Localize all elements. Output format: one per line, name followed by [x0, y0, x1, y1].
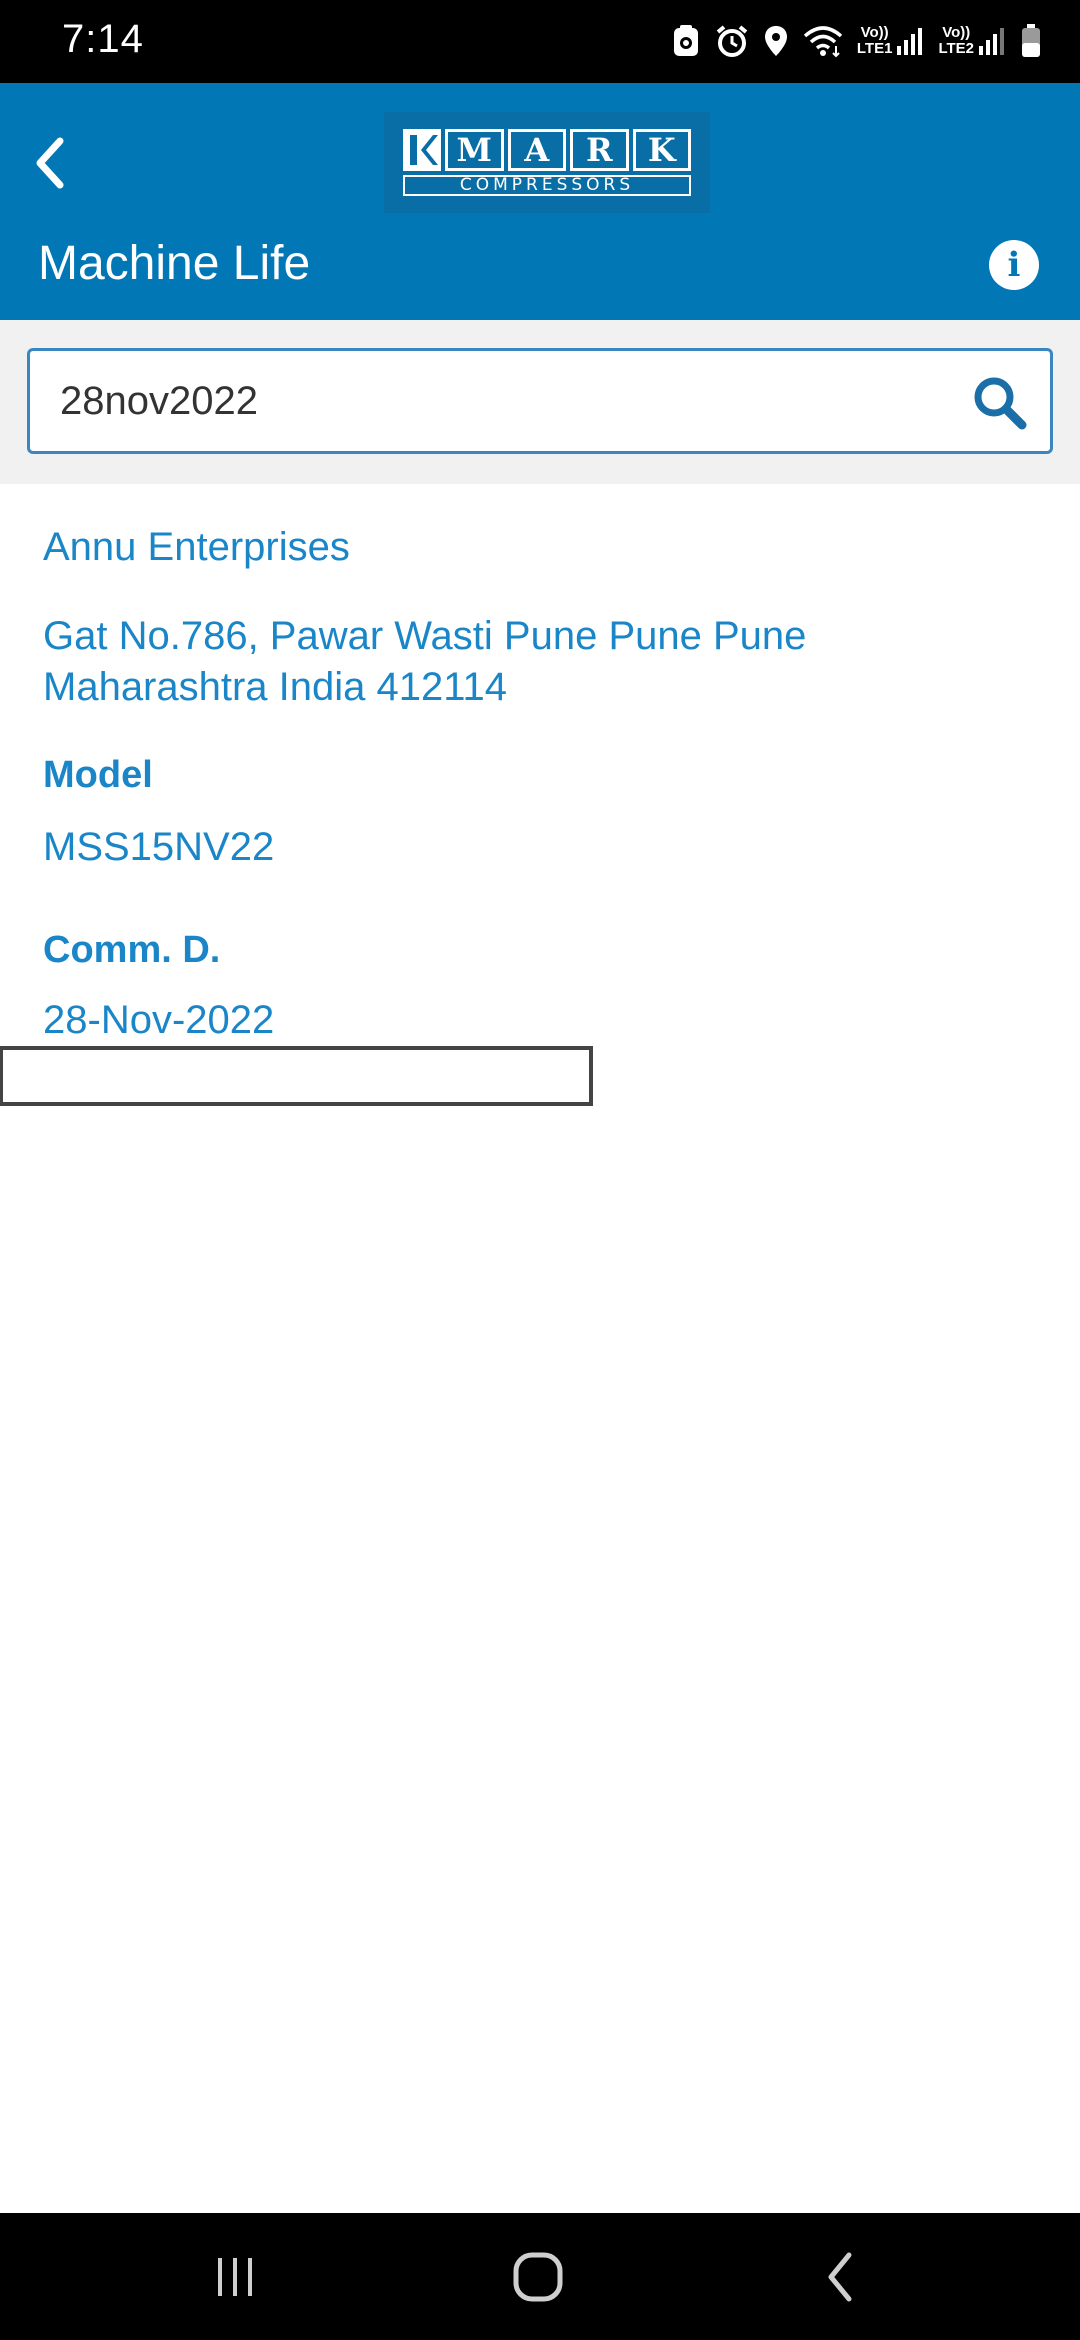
- search-button[interactable]: [970, 373, 1030, 433]
- back-icon: [828, 2252, 852, 2302]
- location-icon: [763, 24, 789, 58]
- logo-letter: A: [507, 129, 566, 171]
- commissioning-date-value: 28-Nov-2022: [43, 998, 275, 1042]
- search-icon: [974, 377, 1027, 430]
- status-icons: Vo)) LTE1 Vo)) LTE2: [671, 18, 1042, 64]
- wifi-icon: [803, 24, 843, 58]
- empty-output-box: [0, 1046, 593, 1106]
- status-time: 7:14: [62, 17, 144, 61]
- recents-button[interactable]: [200, 2247, 270, 2307]
- home-button[interactable]: [503, 2247, 573, 2307]
- app-header: M A R K COMPRESSORS Machine Life i: [0, 83, 1080, 320]
- alarm-icon: [715, 24, 749, 58]
- search-input[interactable]: [60, 351, 960, 451]
- logo-letter: M: [445, 129, 504, 171]
- company-name: Annu Enterprises: [43, 525, 350, 569]
- chevron-left-icon: [36, 137, 64, 189]
- signal-lte2-icon: Vo)) LTE2: [938, 25, 1006, 57]
- mark-compressors-logo: M A R K COMPRESSORS: [384, 112, 710, 213]
- info-icon[interactable]: i: [989, 240, 1039, 290]
- battery-icon: [1020, 23, 1042, 59]
- status-bar: 7:14 Vo)) LTE1 Vo)) LTE2: [0, 0, 1080, 83]
- system-nav-bar: [0, 2213, 1080, 2340]
- search-box: [27, 348, 1053, 454]
- model-label: Model: [43, 754, 153, 796]
- page-title: Machine Life: [38, 237, 311, 290]
- logo-tagline: COMPRESSORS: [403, 175, 691, 196]
- commissioning-date-label: Comm. D.: [43, 929, 221, 971]
- back-button[interactable]: [22, 123, 78, 203]
- app-notification-icon: [671, 24, 701, 58]
- logo-letter: K: [632, 129, 691, 171]
- home-icon: [513, 2252, 563, 2302]
- logo-k-mark: [403, 129, 441, 171]
- model-value: MSS15NV22: [43, 825, 275, 869]
- company-address: Gat No.786, Pawar Wasti Pune Pune Pune M…: [43, 614, 807, 709]
- logo-letter: R: [570, 129, 629, 171]
- signal-lte1-icon: Vo)) LTE1: [857, 25, 925, 57]
- recents-icon: [218, 2258, 252, 2296]
- search-area: [0, 320, 1080, 484]
- system-back-button[interactable]: [806, 2247, 876, 2307]
